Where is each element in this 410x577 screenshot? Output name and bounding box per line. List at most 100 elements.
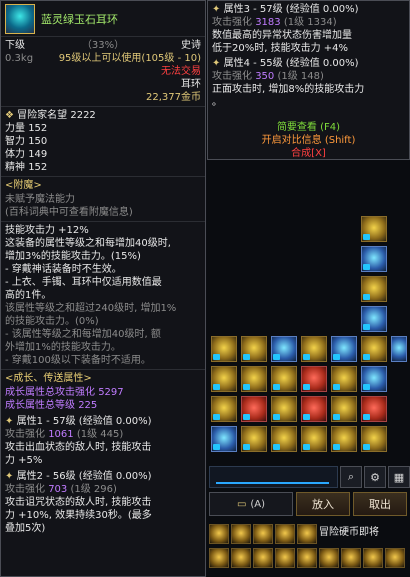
gear-icon[interactable]: ⚙ <box>364 466 386 488</box>
inventory-slot[interactable] <box>211 426 237 452</box>
attr3-enh-label: 攻击强化 <box>212 17 252 28</box>
skill-attack-desc-line: 的技能攻击力。(0%) <box>5 316 99 327</box>
attr1-desc-line: 攻击出血状态的敌人时, 技能攻击 <box>5 442 152 453</box>
synthesize-link[interactable]: 合成[X] <box>208 147 409 160</box>
deposit-icon: ▭ <box>236 498 247 510</box>
lock-icon <box>363 324 370 330</box>
growth-total-level-label: 成长属性总等级 <box>5 400 75 411</box>
attr2-enh-label: 攻击强化 <box>5 484 45 495</box>
fame-value: 2222 <box>70 110 96 121</box>
inventory-slot[interactable] <box>361 216 387 242</box>
inventory-slot[interactable] <box>391 336 407 362</box>
lock-icon <box>303 414 310 420</box>
hotbar-skill[interactable] <box>275 524 295 544</box>
inventory-slot[interactable] <box>301 396 327 422</box>
inventory-slot[interactable] <box>331 336 357 362</box>
stat-name: 精神 <box>5 162 25 173</box>
inventory-slot[interactable] <box>241 396 267 422</box>
deposit-mode-toggle[interactable]: ▭ (A) <box>209 492 293 516</box>
inventory-slot[interactable] <box>271 366 297 392</box>
hotbar-skill[interactable] <box>297 548 317 568</box>
item-requirement: 95级以上可以使用(105级 - 10) <box>58 53 201 64</box>
skill-attack-desc-line: - 该属性等级之和每增加40级时, 额 <box>5 329 161 340</box>
fame-label: 冒险家名望 <box>17 110 68 121</box>
hotbar-skill[interactable] <box>319 548 339 568</box>
attr3-desc-line: 低于20%时, 技能攻击力 +4% <box>212 43 349 54</box>
inventory-slot[interactable] <box>211 396 237 422</box>
enchant-line-1: 未赋予魔法能力 <box>5 194 75 205</box>
skill-attack-desc-line: 该属性等级之和超过240级时, 增加1% <box>5 303 177 314</box>
hotbar-skill[interactable] <box>341 548 361 568</box>
inventory-slot[interactable] <box>271 426 297 452</box>
inventory-grid <box>209 212 409 462</box>
inventory-slot[interactable] <box>241 426 267 452</box>
hotbar-skill[interactable] <box>231 524 251 544</box>
inventory-slot[interactable] <box>361 426 387 452</box>
attr3-desc-line: 数值最高的异常状态伤害增加量 <box>212 30 352 41</box>
attr-icon: ✦ <box>5 471 14 482</box>
item-weight: 0.3kg <box>5 53 34 64</box>
item-rarity: 史诗 <box>180 40 201 51</box>
attr2-desc-line: 叠加5次) <box>5 523 46 534</box>
inventory-slot[interactable] <box>301 336 327 362</box>
inventory-slot[interactable] <box>361 306 387 332</box>
hotbar: 冒险硬币即将 <box>209 520 410 577</box>
item-grade-label: 下级 <box>5 40 25 51</box>
hotbar-skill[interactable] <box>209 524 229 544</box>
attr-icon: ✦ <box>212 58 221 69</box>
inventory-slot[interactable] <box>331 366 357 392</box>
attr2-enh-value: 703 <box>48 484 68 495</box>
attr2-header: 属性2 - 56级 (经验值 0.00%) <box>16 471 152 482</box>
inventory-slot[interactable] <box>271 396 297 422</box>
lock-icon <box>333 354 340 360</box>
take-out-button[interactable]: 取出 <box>353 492 407 516</box>
skill-attack-desc-line: 增加3%的技能攻击力。(15%) <box>5 251 141 262</box>
hotbar-skill[interactable] <box>363 548 383 568</box>
hotbar-skill[interactable] <box>253 548 273 568</box>
inventory-slot[interactable] <box>211 366 237 392</box>
inventory-slot[interactable] <box>361 276 387 302</box>
inventory-slot[interactable] <box>331 426 357 452</box>
inventory-slot[interactable] <box>331 396 357 422</box>
inventory-slot[interactable] <box>361 366 387 392</box>
attr-icon: ✦ <box>212 4 221 15</box>
attr3-enh-value: 3183 <box>255 17 281 28</box>
hotbar-skill[interactable] <box>231 548 251 568</box>
inventory-slot[interactable] <box>241 336 267 362</box>
inventory-buttons: ▭ (A) 放入 取出 <box>209 492 410 516</box>
lock-icon <box>243 414 250 420</box>
attr4-enh-value: 350 <box>255 71 275 82</box>
lock-icon <box>273 354 280 360</box>
open-compare-link[interactable]: 开启对比信息 (Shift) <box>208 134 409 147</box>
grid-icon[interactable]: ▦ <box>388 466 410 488</box>
lock-icon <box>243 354 250 360</box>
inventory-slot[interactable] <box>361 396 387 422</box>
inventory-slot[interactable] <box>301 366 327 392</box>
stat-value: 152 <box>28 162 48 173</box>
lock-icon <box>273 384 280 390</box>
attr4-enh-paren: (1级 148) <box>277 71 324 82</box>
hotbar-skill[interactable] <box>253 524 273 544</box>
inventory-slot[interactable] <box>271 336 297 362</box>
summary-view-link[interactable]: 简要查看 (F4) <box>208 121 409 134</box>
stat-name: 力量 <box>5 123 25 134</box>
stat-name: 智力 <box>5 136 25 147</box>
hotbar-skill[interactable] <box>209 548 229 568</box>
inventory-slot[interactable] <box>361 336 387 362</box>
hotbar-skill[interactable] <box>385 548 405 568</box>
inventory-slot[interactable] <box>241 366 267 392</box>
lock-icon <box>363 294 370 300</box>
inventory-slot[interactable] <box>211 336 237 362</box>
inventory-slider[interactable] <box>209 466 338 488</box>
search-icon[interactable]: ⌕ <box>340 466 362 488</box>
attr1-enh-paren: (1级 445) <box>76 429 124 440</box>
lock-icon <box>333 384 340 390</box>
inventory-slot[interactable] <box>301 426 327 452</box>
attr3-enh-paren: (1级 1334) <box>283 17 337 28</box>
hotbar-skill[interactable] <box>297 524 317 544</box>
stat-name: 体力 <box>5 149 25 160</box>
enchant-section: <附魔> 未赋予魔法能力 (百科词典中可查看附魔信息) <box>1 176 205 221</box>
hotbar-skill[interactable] <box>275 548 295 568</box>
put-in-button[interactable]: 放入 <box>296 492 350 516</box>
inventory-slot[interactable] <box>361 246 387 272</box>
